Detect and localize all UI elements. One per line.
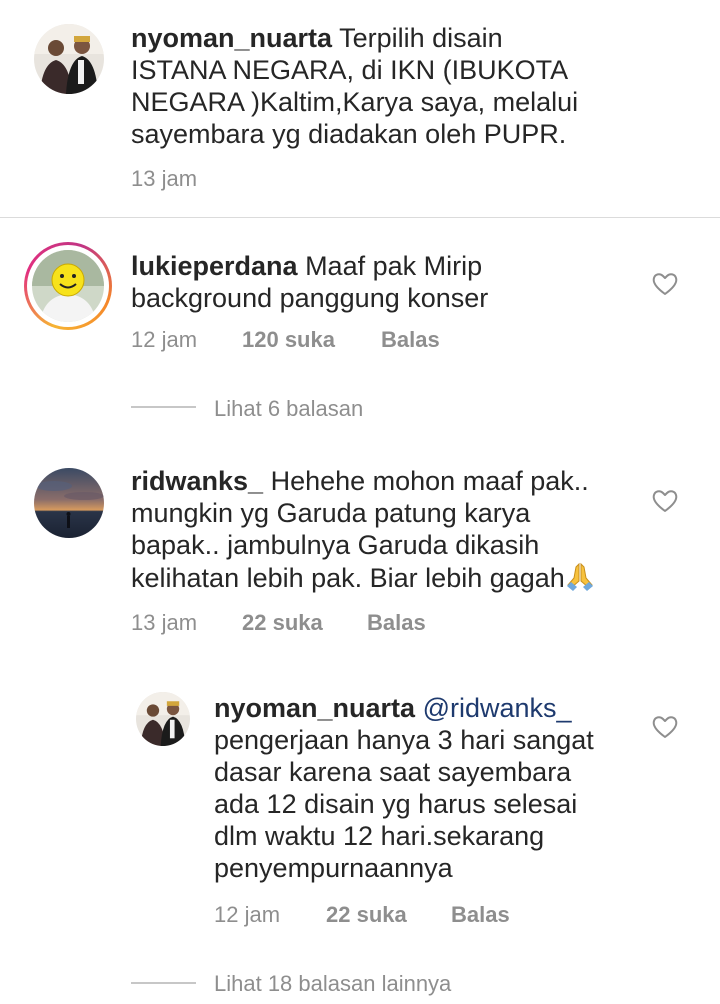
comment-text-line: mungkin yg Garuda patung karya (131, 498, 531, 528)
avatar[interactable] (34, 24, 104, 94)
heart-outline-icon[interactable] (652, 715, 678, 739)
like-count[interactable]: 22 suka (242, 610, 323, 636)
comment-time: 13 jam (131, 166, 198, 191)
comment-text: Hehehe mohon maaf pak.. (263, 466, 589, 496)
mention-link[interactable]: @ridwanks_ (415, 693, 572, 723)
story-ring[interactable] (24, 242, 112, 330)
reply-button[interactable]: Balas (451, 902, 510, 928)
comment-text-line: ada 12 disain yg harus selesai (214, 789, 578, 819)
replies-rule (131, 406, 196, 408)
avatar-photo (32, 250, 104, 322)
comment-text-line: NEGARA )Kaltim,Karya saya, melalui (131, 87, 579, 117)
comment-text-line: sayembara yg diadakan oleh PUPR. (131, 119, 567, 149)
comment-username[interactable]: lukieperdana (131, 251, 298, 281)
comment-username[interactable]: ridwanks_ (131, 466, 263, 496)
avatar[interactable] (136, 692, 190, 746)
like-count[interactable]: 22 suka (326, 902, 407, 928)
comment-text-line: bapak.. jambulnya Garuda dikasih (131, 530, 540, 560)
comment-text-line: dlm waktu 12 hari.sekarang (214, 821, 545, 851)
replies-rule (131, 982, 196, 984)
comment-text-line: background panggung konser (131, 283, 489, 313)
divider (0, 217, 720, 218)
view-more-replies-link[interactable]: Lihat 18 balasan lainnya (214, 971, 451, 997)
heart-outline-icon[interactable] (652, 489, 678, 513)
caption-text: nyoman_nuarta Terpilih disain ISTANA NEG… (131, 22, 691, 150)
avatar (32, 250, 104, 322)
comment-text: Terpilih disain (332, 23, 503, 53)
comment-text-line: kelihatan lebih pak. Biar lebih gagah (131, 563, 565, 593)
view-replies-link[interactable]: Lihat 6 balasan (214, 396, 363, 422)
comment-time: 12 jam (214, 902, 281, 927)
folded-hands-icon (565, 561, 595, 598)
avatar-photo (34, 468, 104, 538)
comment-body: ridwanks_ Hehehe mohon maaf pak.. mungki… (131, 465, 631, 598)
heart-outline-icon[interactable] (652, 272, 678, 296)
reply-button[interactable]: Balas (381, 327, 440, 353)
comment-body: lukieperdana Maaf pak Mirip background p… (131, 250, 631, 314)
comment-text-line: dasar karena saat sayembara (214, 757, 572, 787)
comment-time: 13 jam (131, 610, 198, 635)
comment-text: Maaf pak Mirip (297, 251, 483, 281)
comment-text-line: ISTANA NEGARA, di IKN (IBUKOTA (131, 55, 569, 85)
comment-username[interactable]: nyoman_nuarta (131, 23, 332, 53)
reply-button[interactable]: Balas (367, 610, 426, 636)
avatar[interactable] (34, 468, 104, 538)
comment-text-line: pengerjaan hanya 3 hari sangat (214, 725, 594, 755)
comment-username[interactable]: nyoman_nuarta (214, 693, 415, 723)
comment-text-line: penyempurnaannya (214, 853, 453, 883)
like-count[interactable]: 120 suka (242, 327, 335, 353)
avatar-photo (34, 24, 104, 94)
comment-time: 12 jam (131, 327, 198, 352)
reply-body: nyoman_nuarta @ridwanks_ pengerjaan hany… (214, 692, 634, 884)
avatar-photo (136, 692, 190, 746)
